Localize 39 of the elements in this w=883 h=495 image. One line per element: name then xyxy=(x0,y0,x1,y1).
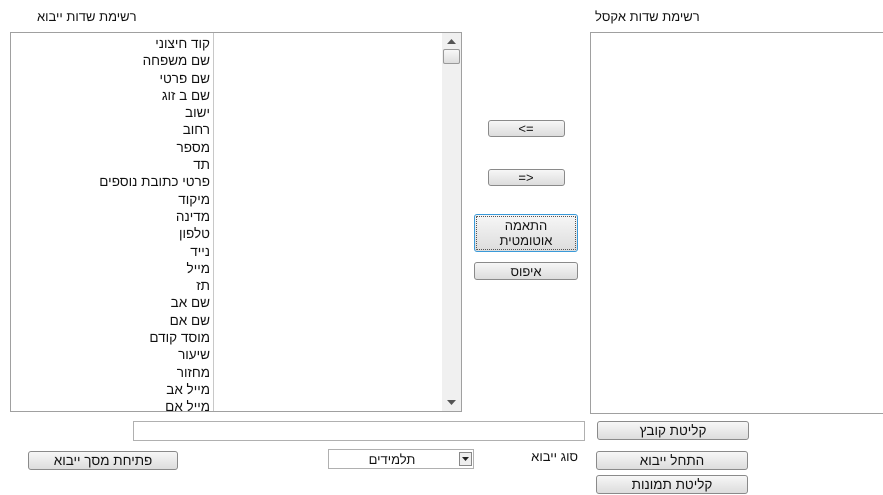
list-item[interactable]: שם פרטי xyxy=(11,70,213,87)
list-item[interactable]: טלפון xyxy=(11,225,213,243)
import-type-dropdown[interactable]: תלמידים xyxy=(328,449,474,469)
list-item[interactable]: שיעור xyxy=(11,346,213,364)
list-item[interactable]: מיקוד xyxy=(11,190,213,208)
list-item[interactable]: רחוב xyxy=(11,121,213,139)
list-item[interactable]: מחזור xyxy=(11,364,213,381)
open-import-screen-button[interactable]: פתיחת מסך ייבוא xyxy=(28,451,178,470)
list-item[interactable]: שם אם xyxy=(11,312,213,330)
list-title: רשימת שדות אקסל xyxy=(595,8,700,24)
list-item[interactable]: תד xyxy=(11,156,213,174)
start-import-button[interactable]: התחל ייבוא xyxy=(596,451,748,470)
scroll-down-icon[interactable] xyxy=(447,400,456,405)
scroll-up-icon[interactable] xyxy=(447,39,456,44)
load-file-button[interactable]: קליטת קובץ xyxy=(597,421,749,440)
list-item[interactable]: קוד חיצוני xyxy=(11,35,213,52)
list-item[interactable]: שם ב זוג xyxy=(11,86,213,104)
action-button[interactable]: <= xyxy=(488,120,564,137)
action-button[interactable]: איפוס xyxy=(474,262,578,280)
file-path-field[interactable] xyxy=(133,421,585,441)
list-item[interactable]: נייד xyxy=(11,242,213,260)
scroll-thumb[interactable] xyxy=(443,49,460,64)
list-item[interactable]: מייל xyxy=(11,260,213,278)
list-item[interactable]: מייל אב xyxy=(11,380,213,398)
list-item[interactable]: מספר xyxy=(11,138,213,156)
action-button[interactable]: => xyxy=(488,169,564,186)
list-item[interactable]: מוסד קודם xyxy=(11,329,213,346)
import-type-label: סוג ייבוא xyxy=(530,449,578,464)
load-images-button[interactable]: קליטת תמונות xyxy=(596,475,748,494)
list-item[interactable]: שם משפחה xyxy=(11,52,213,70)
list-item[interactable]: פרטי כתובת נוספים xyxy=(11,173,213,191)
list-item[interactable]: מדינה xyxy=(11,208,213,226)
list-item[interactable]: תז xyxy=(11,277,213,294)
excel-fields-list[interactable] xyxy=(590,32,883,414)
list-item[interactable]: ישוב xyxy=(11,104,213,122)
scrollbar[interactable] xyxy=(442,33,461,411)
list-item[interactable]: שם אב xyxy=(11,294,213,312)
action-button[interactable]: התאמה אוטומטית xyxy=(474,214,578,252)
list-title: רשימת שדות ייבוא xyxy=(37,8,137,24)
